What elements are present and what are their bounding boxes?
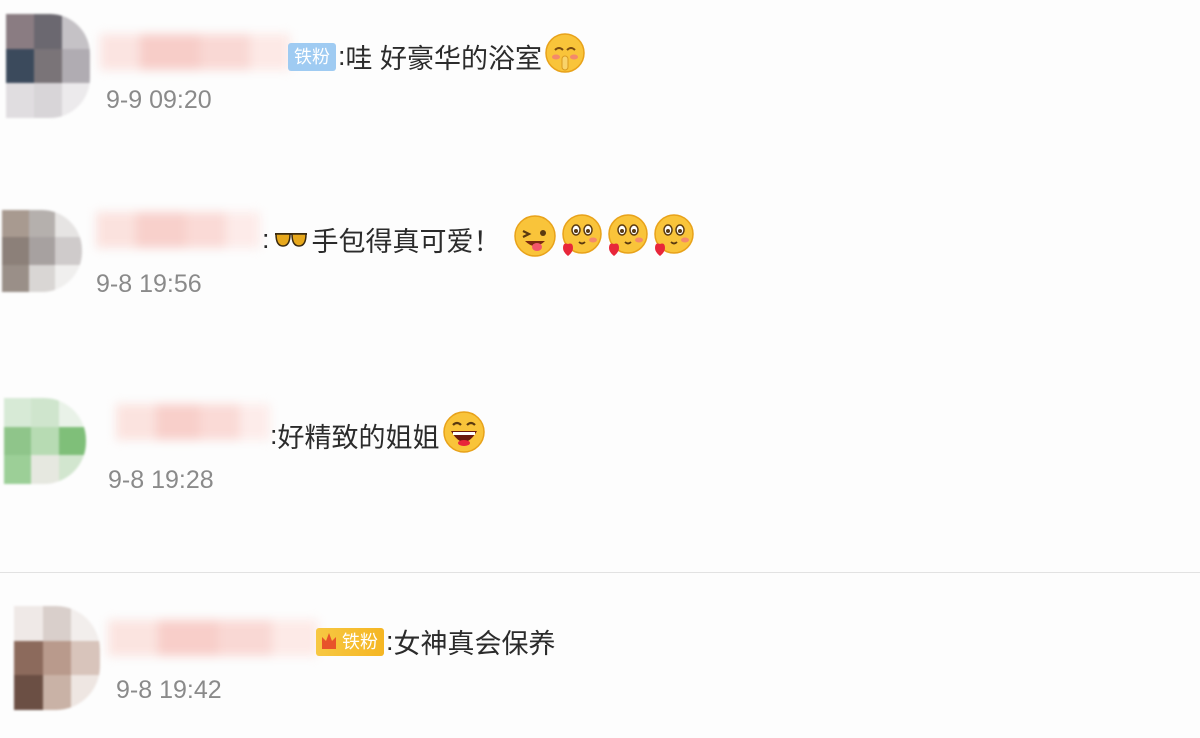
comment-time: 9-8 19:56 xyxy=(96,270,202,298)
avatar[interactable] xyxy=(6,14,90,118)
separator: : xyxy=(262,224,270,254)
divider xyxy=(0,572,1200,573)
separator: : xyxy=(270,420,278,450)
heart-hug-emoji xyxy=(605,214,649,265)
iron-fan-badge[interactable]: 铁粉 xyxy=(316,627,384,656)
wink-tongue-emoji xyxy=(513,214,557,265)
heart-hug-emoji xyxy=(559,214,603,265)
big-laugh-emoji xyxy=(442,410,486,461)
shy-finger-emoji xyxy=(544,32,586,81)
avatar[interactable] xyxy=(4,398,86,484)
sunglasses-icon xyxy=(274,224,308,255)
separator: : xyxy=(386,626,394,656)
fan-badge[interactable]: 铁粉 xyxy=(288,42,336,71)
username-blurred[interactable] xyxy=(96,212,260,248)
comment-time: 9-8 19:28 xyxy=(108,466,214,494)
avatar[interactable] xyxy=(2,210,82,292)
comment-time: 9-8 19:42 xyxy=(116,676,222,704)
comment-body: 铁粉 : 女神真会保养 xyxy=(316,622,556,661)
comment-text: 女神真会保养 xyxy=(393,629,556,659)
comment-text: 好精致的姐姐 xyxy=(277,423,440,453)
heart-hug-emoji xyxy=(651,214,695,265)
username-blurred[interactable] xyxy=(108,620,318,656)
badge-label: 铁粉 xyxy=(342,631,378,652)
comment-body: : 好精致的姐姐 xyxy=(270,410,486,461)
username-blurred[interactable] xyxy=(116,404,270,440)
comment-time: 9-9 09:20 xyxy=(106,86,212,114)
separator: : xyxy=(338,41,346,71)
comment-text: 手包得真可爱！ xyxy=(311,227,501,257)
crown-icon xyxy=(322,632,336,649)
username-blurred[interactable] xyxy=(100,34,290,70)
comment-body: 铁粉 : 哇 好豪华的浴室 xyxy=(288,32,586,81)
avatar[interactable] xyxy=(14,606,100,710)
comment-text: 哇 好豪华的浴室 xyxy=(345,44,543,74)
comment-body: : 手包得真可爱！ xyxy=(262,214,695,265)
